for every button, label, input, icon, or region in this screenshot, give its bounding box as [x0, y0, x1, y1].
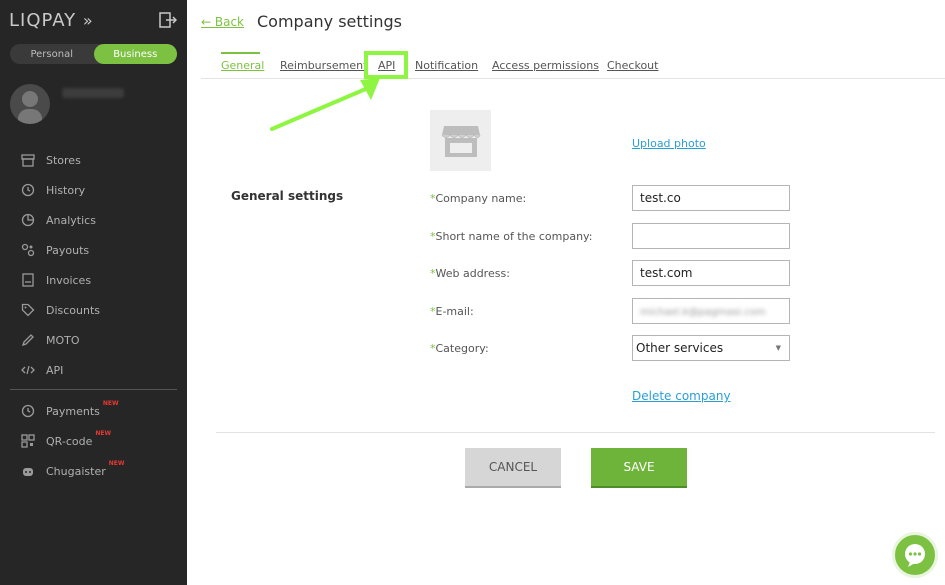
caret-down-icon: ▼	[775, 344, 781, 352]
sidebar-item-label: Payouts	[46, 243, 90, 257]
web-address-label: *Web address:	[430, 267, 510, 280]
sidebar-item-label: QR-code	[46, 434, 93, 448]
category-selected-value: Other services	[636, 341, 724, 355]
new-badge: NEW	[108, 459, 125, 467]
delete-company-link[interactable]: Delete company	[632, 389, 731, 403]
tab-notification[interactable]: Notification	[415, 59, 478, 72]
sidebar-item-label: Discounts	[46, 303, 101, 317]
company-name-label: *Company name:	[430, 192, 526, 205]
short-name-label: *Short name of the company:	[430, 230, 592, 243]
code-icon	[21, 363, 35, 377]
email-value-blurred: michael.k@pagmasi.com	[640, 307, 766, 318]
history-icon	[21, 404, 35, 418]
sidebar-item-label: MOTO	[46, 333, 80, 347]
sidebar-item-label: Chugaister	[46, 464, 106, 478]
sidebar: LIQPAY » Personal Business Stores Histor…	[0, 0, 187, 585]
sidebar-item-analytics[interactable]: Analytics	[0, 205, 187, 235]
analytics-icon	[21, 213, 35, 227]
cancel-button[interactable]: CANCEL	[465, 448, 561, 488]
liqpay-logo[interactable]: LIQPAY »	[9, 10, 94, 31]
annotation-arrow-icon	[270, 78, 380, 131]
active-tab-indicator	[221, 52, 260, 54]
sidebar-menu: Stores History Analytics Payouts Invoice…	[0, 145, 187, 486]
sidebar-item-label: History	[46, 183, 86, 197]
chat-bubble-icon	[905, 544, 925, 567]
sidebar-item-label: API	[46, 363, 64, 377]
upload-photo-link[interactable]: Upload photo	[632, 137, 706, 150]
field-label-text: Category:	[435, 342, 489, 355]
store-icon	[21, 153, 35, 167]
store-icon	[441, 125, 480, 157]
sidebar-item-stores[interactable]: Stores	[0, 145, 187, 175]
sidebar-item-label: Analytics	[46, 213, 96, 227]
robot-icon	[21, 464, 35, 478]
sidebar-item-api[interactable]: API	[0, 355, 187, 385]
logout-icon[interactable]	[159, 11, 177, 29]
sidebar-item-moto[interactable]: MOTO	[0, 325, 187, 355]
save-button[interactable]: SAVE	[591, 448, 687, 488]
sidebar-item-label: Invoices	[46, 273, 92, 287]
category-label: *Category:	[430, 342, 489, 355]
avatar[interactable]	[10, 84, 50, 124]
account-type-toggle: Personal Business	[10, 44, 177, 64]
field-label-text: E-mail:	[435, 305, 474, 318]
sidebar-item-label: Payments	[46, 404, 100, 418]
short-name-field[interactable]	[632, 223, 790, 249]
user-silhouette-icon	[18, 91, 42, 124]
sidebar-item-history[interactable]: History	[0, 175, 187, 205]
payouts-icon	[21, 243, 35, 257]
back-link[interactable]: ← Back	[201, 15, 244, 29]
user-name-blurred	[62, 88, 124, 98]
field-label-text: Web address:	[435, 267, 510, 280]
new-badge: NEW	[102, 399, 119, 407]
tab-general[interactable]: General	[221, 59, 264, 72]
sidebar-item-chugaister[interactable]: Chugaister NEW	[0, 456, 187, 486]
category-select[interactable]: Other services ▼	[632, 335, 790, 361]
toggle-business[interactable]: Business	[93, 44, 177, 64]
pen-icon	[21, 333, 35, 347]
qr-icon	[21, 434, 35, 448]
sidebar-item-qr-code[interactable]: QR-code NEW	[0, 426, 187, 456]
company-name-field[interactable]: test.co	[632, 185, 790, 211]
web-address-field[interactable]: test.com	[632, 260, 790, 286]
email-field[interactable]: michael.k@pagmasi.com	[632, 298, 790, 324]
sidebar-item-payments[interactable]: Payments NEW	[0, 396, 187, 426]
sidebar-divider	[10, 389, 177, 390]
history-icon	[21, 183, 35, 197]
discounts-icon	[21, 303, 35, 317]
chat-button[interactable]	[892, 532, 938, 578]
toggle-personal[interactable]: Personal	[10, 44, 94, 64]
sidebar-item-invoices[interactable]: Invoices	[0, 265, 187, 295]
section-title: General settings	[231, 189, 344, 203]
sidebar-item-payouts[interactable]: Payouts	[0, 235, 187, 265]
tab-reimbursement[interactable]: Reimbursement	[280, 59, 367, 72]
sidebar-item-discounts[interactable]: Discounts	[0, 295, 187, 325]
chevrons-icon: »	[82, 11, 94, 30]
tab-access-permissions[interactable]: Access permissions	[492, 59, 599, 72]
company-photo[interactable]	[430, 110, 491, 171]
field-label-text: Company name:	[435, 192, 527, 205]
logo-text: LIQPAY	[9, 10, 77, 31]
page-title: Company settings	[257, 12, 403, 31]
field-label-text: Short name of the company:	[435, 230, 593, 243]
form-divider	[216, 432, 935, 433]
new-badge: NEW	[95, 429, 112, 437]
sidebar-item-label: Stores	[46, 153, 81, 167]
email-label: *E-mail:	[430, 305, 474, 318]
invoices-icon	[21, 273, 35, 287]
tab-checkout[interactable]: Checkout	[607, 59, 658, 72]
